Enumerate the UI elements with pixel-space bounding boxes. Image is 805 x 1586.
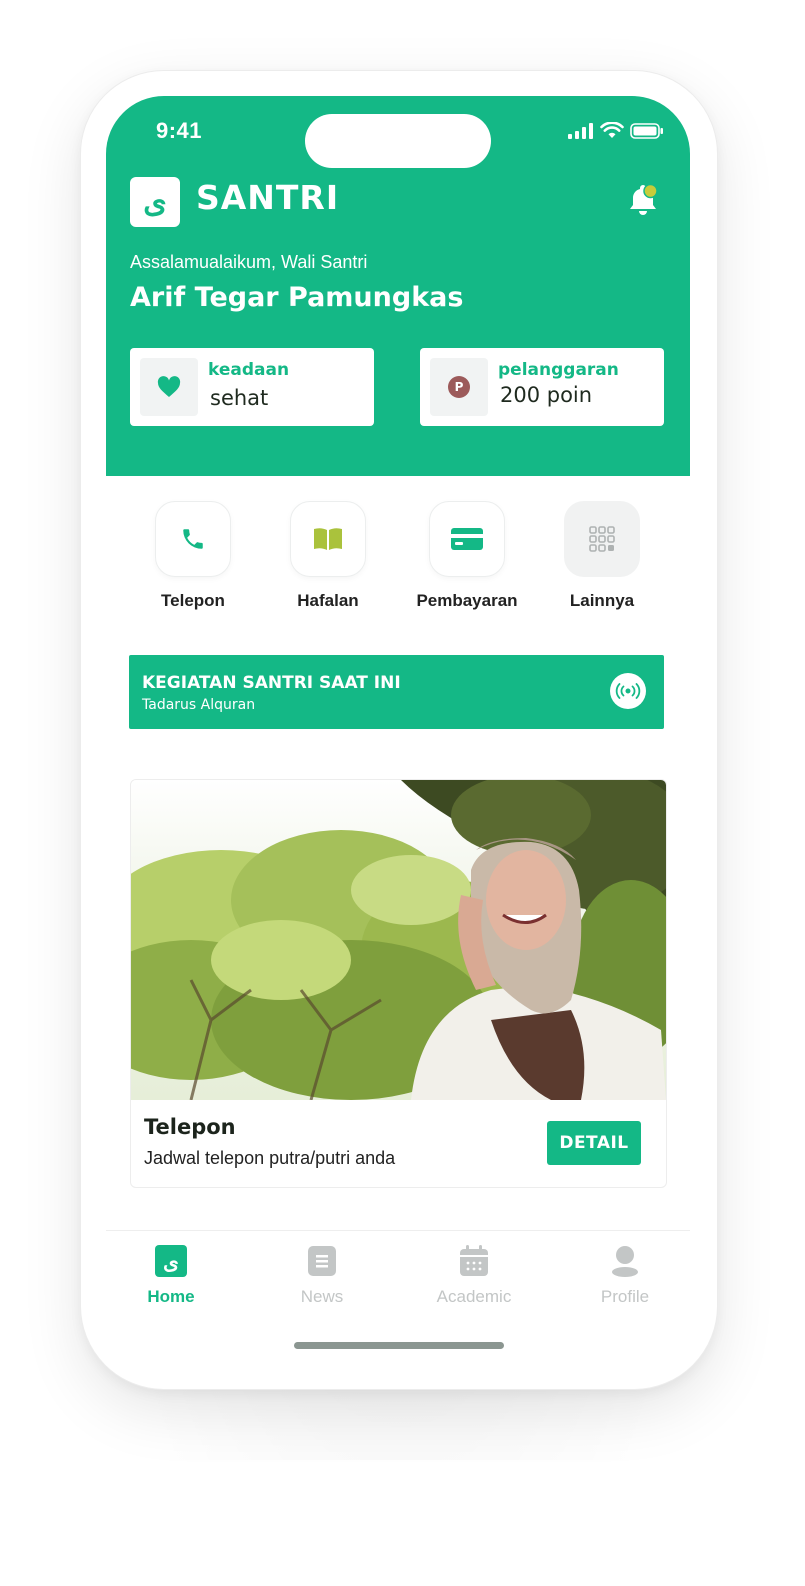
card-title: Telepon (144, 1115, 236, 1139)
status-time: 9:41 (156, 118, 203, 143)
card-tile (429, 501, 505, 577)
current-activity-banner[interactable]: KEGIATAN SANTRI SAAT INI Tadarus Alquran (129, 655, 664, 729)
violation-label: pelanggaran (498, 360, 619, 380)
card-subtitle: Jadwal telepon putra/putri anda (144, 1148, 396, 1168)
profile-icon (612, 1246, 638, 1277)
phone-screen: 9:41 ى SANTRI Assalamualaikum, Wali Sant… (106, 96, 690, 1362)
live-broadcast-icon (615, 683, 641, 699)
tab-label: Profile (600, 1287, 650, 1306)
tab-label: Home (147, 1287, 195, 1306)
feature-photo (131, 780, 666, 1100)
greeting-text: Assalamualaikum, Wali Santri (130, 252, 368, 272)
health-value: sehat (210, 386, 269, 410)
svg-text:ى: ى (163, 1250, 179, 1274)
logo-glyph: ى (143, 184, 167, 220)
signal-icon (568, 122, 593, 139)
activity-title: KEGIATAN SANTRI SAAT INI (142, 673, 401, 693)
violation-value: 200 poin (500, 383, 593, 407)
home-logo-icon: ى (155, 1245, 187, 1277)
quick-action-label: Hafalan (297, 591, 359, 610)
violation-points-card[interactable]: P pelanggaran 200 poin (420, 348, 664, 426)
health-label: keadaan (208, 360, 290, 380)
card-icon (451, 528, 483, 550)
quick-action-lainnya[interactable]: Lainnya (542, 501, 662, 611)
points-icon: P (448, 376, 470, 398)
detail-button[interactable]: DETAIL (547, 1121, 641, 1165)
heart-icon (157, 376, 181, 397)
grid-icon (589, 526, 615, 552)
phone-icon (183, 529, 203, 549)
quick-action-hafalan[interactable]: Hafalan (268, 501, 388, 611)
battery-icon (630, 122, 663, 139)
bell-icon (630, 183, 658, 215)
quick-action-label: Telepon (161, 591, 225, 610)
live-broadcast-button[interactable] (610, 673, 646, 709)
tab-label: Academic (436, 1287, 512, 1306)
book-tile (290, 501, 366, 577)
app-logo: ى (130, 177, 180, 227)
activity-subtitle: Tadarus Alquran (142, 697, 256, 713)
header: 9:41 ى SANTRI Assalamualaikum, Wali Sant… (106, 96, 690, 476)
wifi-icon (600, 122, 624, 138)
feature-card-telepon[interactable]: Telepon Jadwal telepon putra/putri anda … (130, 779, 667, 1188)
tab-academic[interactable]: Academic (419, 1245, 529, 1307)
notification-button[interactable] (626, 183, 660, 222)
tab-label: News (300, 1287, 344, 1306)
quick-action-label: Lainnya (569, 591, 635, 610)
tab-profile[interactable]: Profile (570, 1245, 680, 1307)
tab-home[interactable]: ى Home (116, 1245, 226, 1307)
quick-action-telepon[interactable]: Telepon (133, 501, 253, 611)
quick-action-pembayaran[interactable]: Pembayaran (407, 501, 527, 611)
heart-icon-box (140, 358, 198, 416)
grid-tile (564, 501, 640, 577)
points-icon-box: P (430, 358, 488, 416)
news-icon (308, 1246, 336, 1276)
calendar-icon (460, 1245, 488, 1276)
health-status-card[interactable]: keadaan sehat (130, 348, 374, 426)
phone-tile (155, 501, 231, 577)
tab-news[interactable]: News (267, 1245, 377, 1307)
app-title: SANTRI (196, 178, 340, 217)
home-indicator (294, 1342, 504, 1349)
status-icons (568, 122, 664, 139)
points-icon-glyph: P (454, 380, 464, 394)
user-name: Arif Tegar Pamungkas (130, 282, 464, 313)
book-icon (314, 528, 342, 550)
dynamic-island (305, 114, 491, 168)
quick-action-label: Pembayaran (416, 591, 518, 610)
